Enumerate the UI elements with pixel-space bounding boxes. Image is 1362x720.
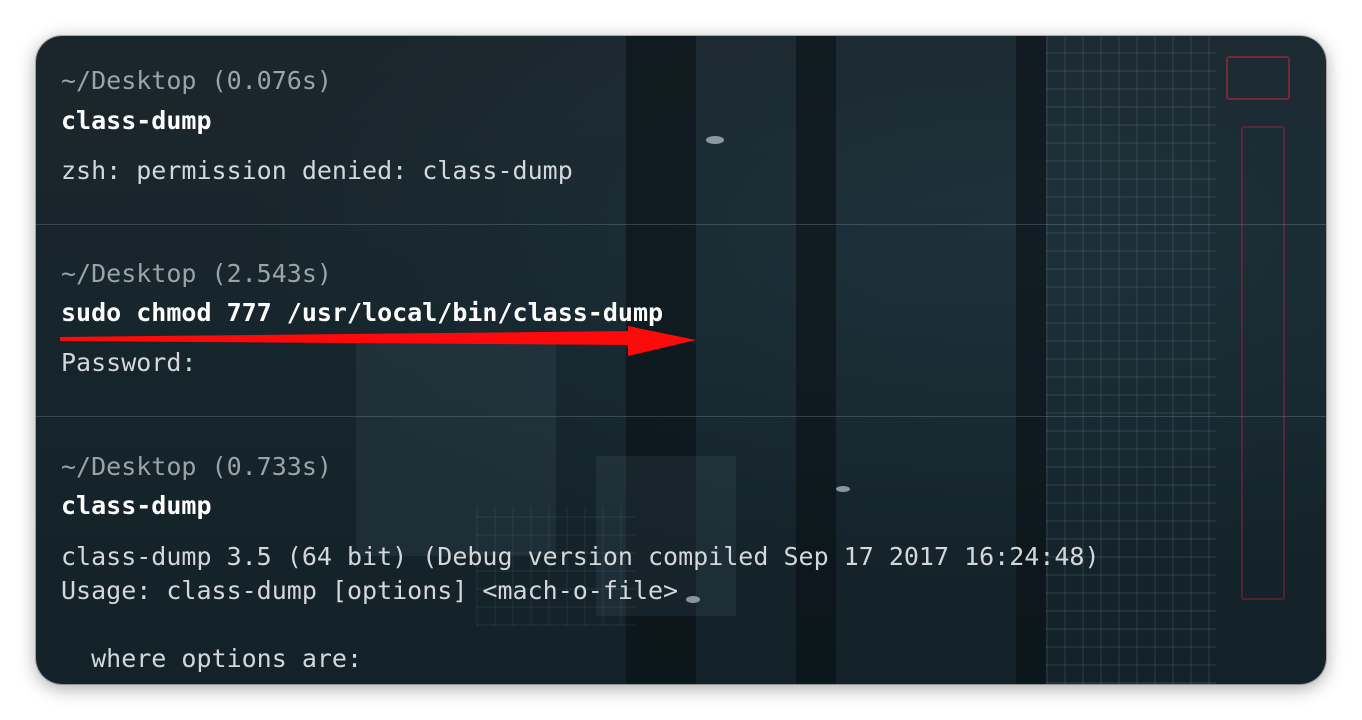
block-2-prompt: ~/Desktop (2.543s) xyxy=(61,259,332,288)
block-3-command: class-dump xyxy=(61,491,212,520)
terminal-window[interactable]: ~/Desktop (0.076s) class-dump zsh: permi… xyxy=(36,36,1326,684)
block-2-output-line: Password: xyxy=(61,348,197,377)
command-block-3[interactable]: ~/Desktop (0.733s) class-dump class-dump… xyxy=(36,417,1326,684)
block-2-command: sudo chmod 777 /usr/local/bin/class-dump xyxy=(61,298,664,327)
block-3-output-line: Usage: class-dump [options] <mach-o-file… xyxy=(61,576,679,605)
block-1-prompt: ~/Desktop (0.076s) xyxy=(61,66,332,95)
block-3-output-line: where options are: xyxy=(61,644,363,673)
block-1-command: class-dump xyxy=(61,106,212,135)
command-block-2[interactable]: ~/Desktop (2.543s) sudo chmod 777 /usr/l… xyxy=(36,225,1326,416)
command-block-1[interactable]: ~/Desktop (0.076s) class-dump zsh: permi… xyxy=(36,36,1326,224)
block-3-output-line: class-dump 3.5 (64 bit) (Debug version c… xyxy=(61,542,1100,571)
block-1-output-line: zsh: permission denied: class-dump xyxy=(61,156,573,185)
block-3-prompt: ~/Desktop (0.733s) xyxy=(61,452,332,481)
